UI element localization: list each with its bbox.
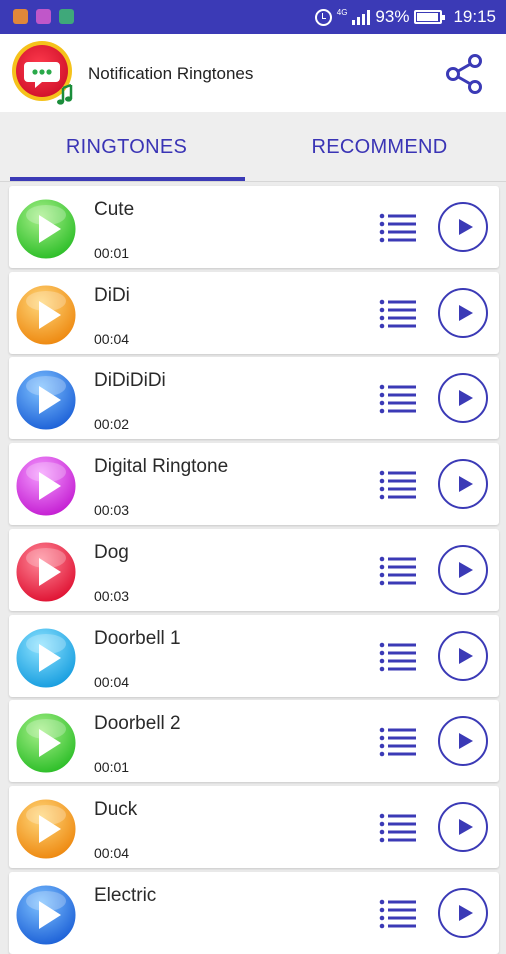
list-item[interactable]: Doorbell 1 00:04 (9, 614, 499, 697)
list-menu-icon[interactable] (379, 640, 417, 674)
list-menu-icon[interactable] (379, 811, 417, 845)
ringtone-duration: 00:01 (94, 759, 130, 776)
play-button[interactable] (438, 287, 488, 338)
play-button[interactable] (438, 801, 488, 852)
ringtone-name: Digital Ringtone (94, 456, 229, 478)
alarm-icon (314, 8, 332, 26)
play-button[interactable] (438, 544, 488, 595)
ringtone-duration: 00:04 (94, 673, 130, 690)
network-type: 4G (336, 7, 348, 17)
list-menu-icon[interactable] (379, 382, 417, 416)
ringtone-name: DiDi (94, 284, 130, 306)
list-menu-icon[interactable] (379, 468, 417, 502)
list-menu-icon[interactable] (379, 897, 417, 931)
list-menu-icon[interactable] (379, 725, 417, 759)
status-bar: 4G 93% 19:15 (0, 0, 506, 34)
chat-bubble-music-icon (12, 41, 73, 105)
tab-recommend[interactable]: RECOMMEND (253, 112, 506, 182)
app-notification-icon (59, 9, 74, 24)
list-menu-icon[interactable] (379, 554, 417, 588)
list-item[interactable]: DiDiDiDi 00:02 (9, 357, 499, 440)
notification-icons (13, 9, 74, 24)
ringtone-duration: 00:04 (94, 844, 130, 861)
play-circle-icon[interactable] (15, 798, 77, 860)
ringtone-name: DiDiDiDi (94, 370, 166, 392)
signal-icon (352, 9, 371, 25)
tab-ringtones[interactable]: RINGTONES (0, 112, 253, 182)
ringtone-name: Cute (94, 199, 135, 220)
ringtone-name: Dog (94, 541, 129, 563)
battery-icon (414, 10, 446, 24)
list-item[interactable]: Cute 00:01 (9, 186, 499, 268)
app-bar: Notification Ringtones (0, 34, 506, 112)
list-item[interactable]: Digital Ringtone 00:03 (9, 443, 499, 526)
list-item[interactable]: Electric (9, 871, 499, 954)
list-item[interactable]: Doorbell 2 00:01 (9, 700, 499, 783)
ringtone-duration: 00:04 (94, 330, 130, 347)
play-button[interactable] (438, 459, 488, 510)
play-button[interactable] (438, 887, 488, 938)
list-item[interactable]: Dog 00:03 (9, 528, 499, 611)
app-notification-icon (13, 9, 28, 24)
clock: 19:15 (453, 7, 496, 26)
share-icon[interactable] (440, 50, 488, 98)
play-button[interactable] (438, 202, 488, 252)
play-button[interactable] (438, 716, 488, 767)
ringtone-name: Doorbell 1 (94, 627, 181, 649)
play-circle-icon[interactable] (15, 712, 77, 774)
play-circle-icon[interactable] (15, 541, 77, 603)
battery-percent: 93% (375, 7, 410, 26)
play-circle-icon[interactable] (15, 884, 77, 946)
ringtone-name: Duck (94, 798, 138, 820)
play-circle-icon[interactable] (15, 455, 77, 517)
tab-bar: RINGTONES RECOMMEND (0, 112, 506, 182)
list-menu-icon[interactable] (379, 211, 417, 245)
app-notification-icon (36, 9, 51, 24)
ringtone-name: Doorbell 2 (94, 713, 181, 735)
ringtone-duration: 00:01 (94, 245, 130, 261)
ringtone-duration: 00:03 (94, 587, 130, 604)
list-item[interactable]: DiDi 00:04 (9, 271, 499, 354)
divider (0, 181, 506, 182)
ringtone-duration: 00:03 (94, 502, 130, 519)
ringtone-duration: 00:02 (94, 416, 130, 433)
app-title: Notification Ringtones (88, 64, 254, 83)
play-circle-icon[interactable] (15, 627, 77, 689)
play-circle-icon[interactable] (15, 369, 77, 431)
play-circle-icon[interactable] (15, 198, 77, 260)
ringtone-name: Electric (94, 884, 157, 906)
play-button[interactable] (438, 373, 488, 424)
play-button[interactable] (438, 630, 488, 681)
list-menu-icon[interactable] (379, 297, 417, 331)
list-item[interactable]: Duck 00:04 (9, 785, 499, 868)
play-circle-icon[interactable] (15, 284, 77, 346)
